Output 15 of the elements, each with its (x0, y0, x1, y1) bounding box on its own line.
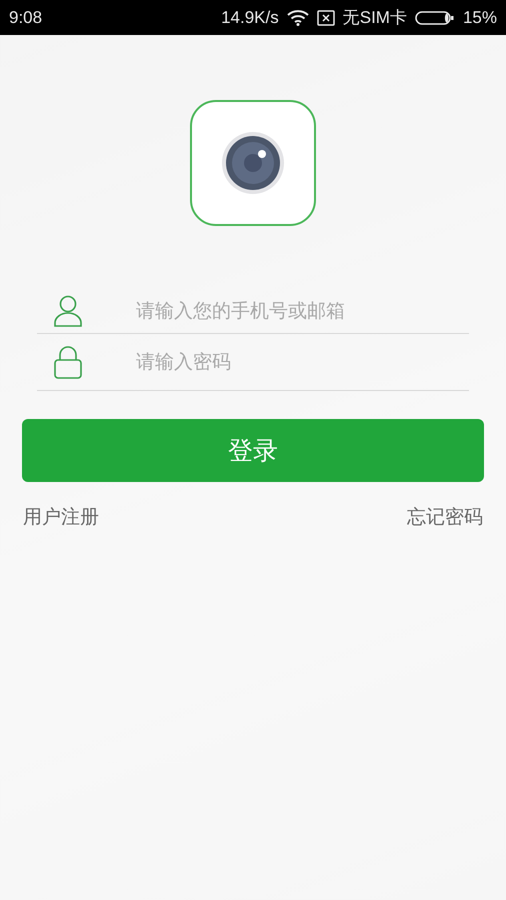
forgot-password-link[interactable]: 忘记密码 (407, 504, 483, 530)
status-time: 9:08 (9, 8, 42, 28)
account-field[interactable]: 请输入您的手机号或邮箱 (136, 300, 469, 322)
battery-percent: 15% (462, 8, 497, 28)
register-link[interactable]: 用户注册 (23, 504, 99, 530)
login-button[interactable]: 登录 (22, 419, 484, 482)
network-speed: 14.9K/s (221, 8, 279, 28)
battery-icon (414, 10, 455, 26)
sim-status: 无SIM卡 (342, 7, 407, 29)
wifi-icon (286, 10, 309, 26)
camera-lens-icon (221, 131, 285, 195)
no-sim-icon (316, 10, 335, 26)
password-field[interactable]: 请输入密码 (136, 351, 469, 373)
user-icon (54, 294, 82, 326)
lock-icon (54, 345, 82, 379)
